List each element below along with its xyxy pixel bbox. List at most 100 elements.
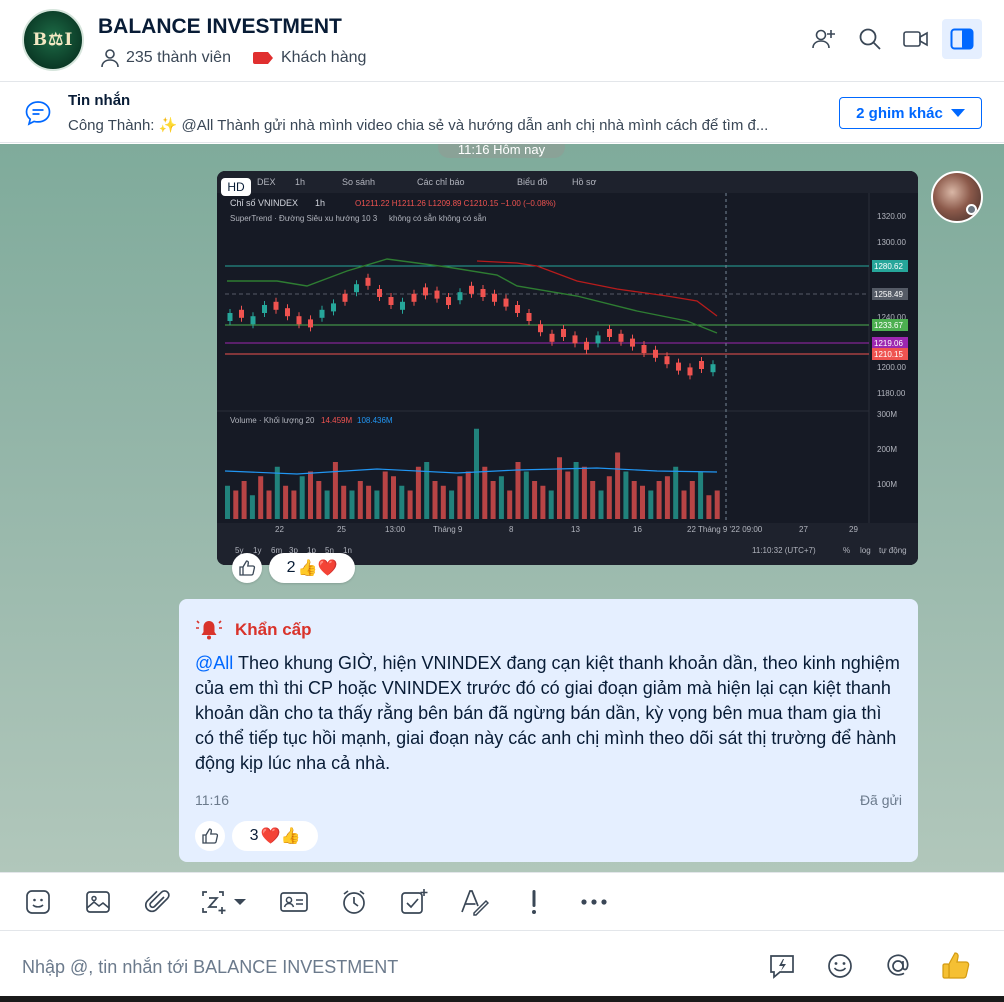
candle-body (377, 289, 382, 297)
urgent-icon[interactable] (516, 884, 552, 920)
message-bubble[interactable]: Khẩn cấp @All Theo khung GIỜ, hiện VNIND… (179, 599, 918, 862)
member-count[interactable]: 235 thành viên (126, 49, 231, 67)
volume-bar (532, 481, 538, 519)
volume-bar (382, 471, 388, 519)
volume-bar (507, 490, 513, 519)
volume-bar (615, 452, 621, 519)
volume-bar (449, 490, 455, 519)
volume-bar (581, 466, 587, 519)
volume-bar (714, 490, 720, 519)
x-axis-tick: 8 (509, 525, 514, 534)
member-info: 235 thành viên Khách hàng (100, 48, 366, 68)
message-time: 11:16 (195, 792, 229, 808)
volume-bar (341, 485, 347, 519)
price-label: 1210.15 (874, 350, 903, 359)
chart-toolbar-item: Biểu đồ (517, 177, 548, 187)
tag-label: Khách hàng (280, 49, 367, 66)
sidebar-toggle-icon[interactable] (942, 19, 982, 59)
search-icon[interactable] (850, 19, 890, 59)
volume-bar (415, 466, 421, 519)
video-call-icon[interactable] (896, 19, 936, 59)
volume-bar (490, 481, 496, 519)
thumbs-up-icon[interactable] (938, 948, 974, 984)
volume-bar (598, 490, 604, 519)
quick-message-icon[interactable] (764, 948, 800, 984)
candle-body (710, 364, 716, 373)
price-tick: 1200.00 (877, 363, 906, 372)
pinned-bar[interactable]: Tin nhắn Công Thành: ✨ @All Thành gửi nh… (0, 83, 1004, 143)
task-icon[interactable] (396, 884, 432, 920)
mention-icon[interactable] (880, 948, 916, 984)
candle-body (331, 303, 336, 312)
scale-option: % (843, 546, 850, 555)
price-label: 1233.67 (874, 321, 903, 330)
group-avatar-text: B⚖I (32, 30, 74, 50)
volume-bar (432, 481, 438, 519)
message-input[interactable] (22, 953, 722, 981)
reminder-icon[interactable] (336, 884, 372, 920)
alarm-bell-icon (196, 620, 222, 640)
range-button: 1y (253, 546, 261, 555)
candle-body (561, 329, 566, 337)
like-button[interactable] (232, 553, 262, 583)
group-title[interactable]: BALANCE INVESTMENT (98, 15, 342, 39)
volume-bar (557, 457, 562, 519)
reaction-summary[interactable]: 3 ❤️👍 (232, 821, 318, 851)
group-tag[interactable]: Khách hàng (252, 49, 367, 67)
candle-body (503, 298, 509, 307)
volume-bar (424, 462, 430, 519)
sender-avatar[interactable] (931, 171, 983, 223)
reaction-emojis: ❤️👍 (260, 828, 301, 845)
more-pins-button[interactable]: 2 ghim khác (839, 97, 982, 129)
volume-bar (664, 476, 670, 519)
chart-toolbar-item: 1h (295, 177, 305, 187)
attachment-icon[interactable] (140, 884, 176, 920)
like-button[interactable] (195, 821, 225, 851)
sticker-icon[interactable] (20, 884, 56, 920)
pinned-text[interactable]: Công Thành: ✨ @All Thành gửi nhà mình vi… (68, 116, 813, 134)
volume-bar (548, 490, 554, 519)
volume-bar (498, 476, 504, 519)
chart-toolbar-item: Các chỉ báo (417, 177, 465, 187)
volume-bar (241, 481, 247, 519)
volume-bar (324, 490, 330, 519)
scale-option: tự động (879, 546, 907, 555)
chat-area[interactable]: 11:16 Hôm nay HD DEX 1h So sánh Các chỉ báo… (0, 144, 1004, 872)
candle-body (342, 293, 348, 302)
volume-tick: 100M (877, 480, 897, 489)
volume-bar (465, 471, 471, 519)
composer (0, 931, 1004, 1002)
candle-body (354, 284, 359, 293)
add-member-icon[interactable] (804, 19, 844, 59)
price-tick: 1180.00 (877, 389, 906, 398)
screenshot-icon[interactable] (200, 884, 252, 920)
mention-all[interactable]: @All (195, 653, 233, 673)
more-icon[interactable] (576, 884, 612, 920)
group-avatar[interactable]: B⚖I (22, 9, 84, 71)
reaction-summary[interactable]: 2 👍❤️ (269, 553, 355, 583)
volume-tick: 200M (877, 445, 897, 454)
image-icon[interactable] (80, 884, 116, 920)
emoji-icon[interactable] (822, 948, 858, 984)
candle-body (273, 301, 279, 310)
contact-card-icon[interactable] (276, 884, 312, 920)
text-format-icon[interactable] (456, 884, 492, 920)
candle-body (607, 329, 612, 337)
price-tick: 1320.00 (877, 212, 906, 221)
volume-bar (308, 471, 313, 519)
candle-body (664, 356, 670, 365)
volume-bar (266, 490, 272, 519)
volume-bar (648, 490, 654, 519)
x-axis-tick: Tháng 9 (433, 525, 463, 534)
candle-body (618, 333, 624, 342)
x-axis-tick: 22 Tháng 9 '22 09:00 (687, 525, 763, 534)
chart-toolbar (217, 171, 918, 193)
candle-body (653, 349, 658, 358)
chart-image[interactable]: HD DEX 1h So sánh Các chỉ báo Biểu đồ Hồ sơ Ch… (217, 171, 918, 565)
volume-bar (374, 490, 380, 519)
candle-body (365, 277, 371, 286)
candle-body (480, 289, 486, 297)
volume-ma-line (224, 467, 718, 475)
candle-body (687, 367, 693, 376)
volume-bar (225, 485, 230, 519)
